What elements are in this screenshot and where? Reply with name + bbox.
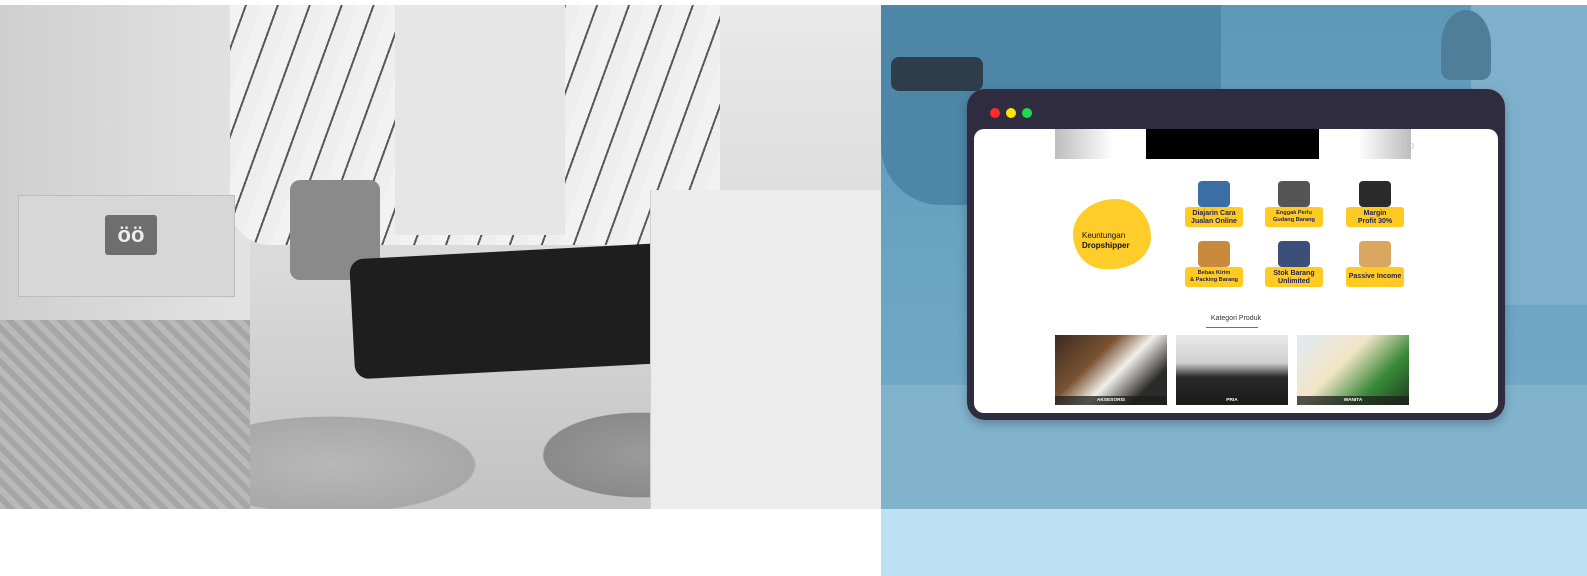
window-maximize-dot[interactable] (1022, 108, 1032, 118)
benefit-line2: Profit 30% (1357, 218, 1393, 225)
window-minimize-dot[interactable] (1006, 108, 1016, 118)
benefit-card: Bebas Kirim & Packing Barang (1185, 241, 1243, 297)
banner-slide-left (1055, 129, 1113, 159)
benefit-label: Passive Income (1346, 267, 1404, 287)
person-inner-shirt (395, 5, 565, 235)
box-logo-icon: öö (105, 215, 157, 255)
benefit-line1: Passive Income (1348, 273, 1402, 280)
benefit-label: Margin Profit 30% (1346, 207, 1404, 227)
benefit-card: Passive Income (1346, 241, 1404, 297)
benefit-card: Margin Profit 30% (1346, 181, 1404, 237)
benefit-line2: Jualan Online (1191, 218, 1237, 225)
benefit-label: Bebas Kirim & Packing Barang (1185, 267, 1243, 287)
category-label: PRIA (1176, 396, 1288, 405)
smartphone-in-hand (891, 57, 983, 91)
keuntungan-heading: Keuntungan Dropshipper (1082, 231, 1152, 251)
courier-icon (1198, 241, 1230, 267)
banner-slide-current[interactable] (1146, 129, 1414, 159)
plant-icon (1441, 10, 1491, 80)
benefit-label: Diajarin Cara Jualan Online (1185, 207, 1243, 227)
benefit-line1: Margin (1363, 210, 1387, 217)
profit-chart-icon (1359, 181, 1391, 207)
grayscale-packing-photo: öö (0, 5, 882, 510)
large-box (650, 190, 882, 510)
monitor-icon (1278, 181, 1310, 207)
website-viewport: Keuntungan Dropshipper Diajarin Cara Jua… (974, 129, 1498, 413)
window-close-dot[interactable] (990, 108, 1000, 118)
wanita-image (1297, 335, 1409, 405)
category-card-pria[interactable]: PRIA (1176, 335, 1288, 405)
benefit-card: Diajarin Cara Jualan Online (1185, 181, 1243, 237)
benefit-label: Enggak Perlu Gudang Barang (1265, 207, 1323, 227)
category-card-aksesoris[interactable]: AKSESORIS (1055, 335, 1167, 405)
benefit-line1: Diajarin Cara (1192, 210, 1236, 217)
benefit-line1: Stok Barang (1273, 270, 1315, 277)
boxes-icon (1278, 241, 1310, 267)
category-label: WANITA (1297, 396, 1409, 405)
keuntungan-line2: Dropshipper (1082, 241, 1130, 250)
keuntungan-line1: Keuntungan (1082, 231, 1126, 240)
aksesoris-image (1055, 335, 1167, 405)
wicker-basket (0, 320, 250, 510)
relax-person-icon (1359, 241, 1391, 267)
benefit-label: Stok Barang Unlimited (1265, 267, 1323, 287)
laptop-icon (1198, 181, 1230, 207)
benefit-line2: & Packing Barang (1190, 277, 1238, 283)
bottom-band-light-blue (881, 509, 1587, 576)
bottom-band-white (0, 509, 881, 576)
browser-mockup: Keuntungan Dropshipper Diajarin Cara Jua… (967, 89, 1505, 420)
banner-slide-right (1358, 129, 1411, 159)
benefit-line1: Enggak Perlu (1276, 210, 1312, 216)
benefit-line1: Bebas Kirim (1197, 270, 1231, 276)
category-card-wanita[interactable]: WANITA (1297, 335, 1409, 405)
pria-image (1176, 335, 1288, 405)
kategori-title: Kategori Produk (1210, 315, 1262, 322)
category-label: AKSESORIS (1055, 396, 1167, 405)
benefit-card: Stok Barang Unlimited (1265, 241, 1323, 297)
kategori-underline (1206, 327, 1258, 328)
benefit-card: Enggak Perlu Gudang Barang (1265, 181, 1323, 237)
benefit-line2: Unlimited (1278, 278, 1310, 285)
benefit-line2: Gudang Barang (1273, 217, 1315, 223)
